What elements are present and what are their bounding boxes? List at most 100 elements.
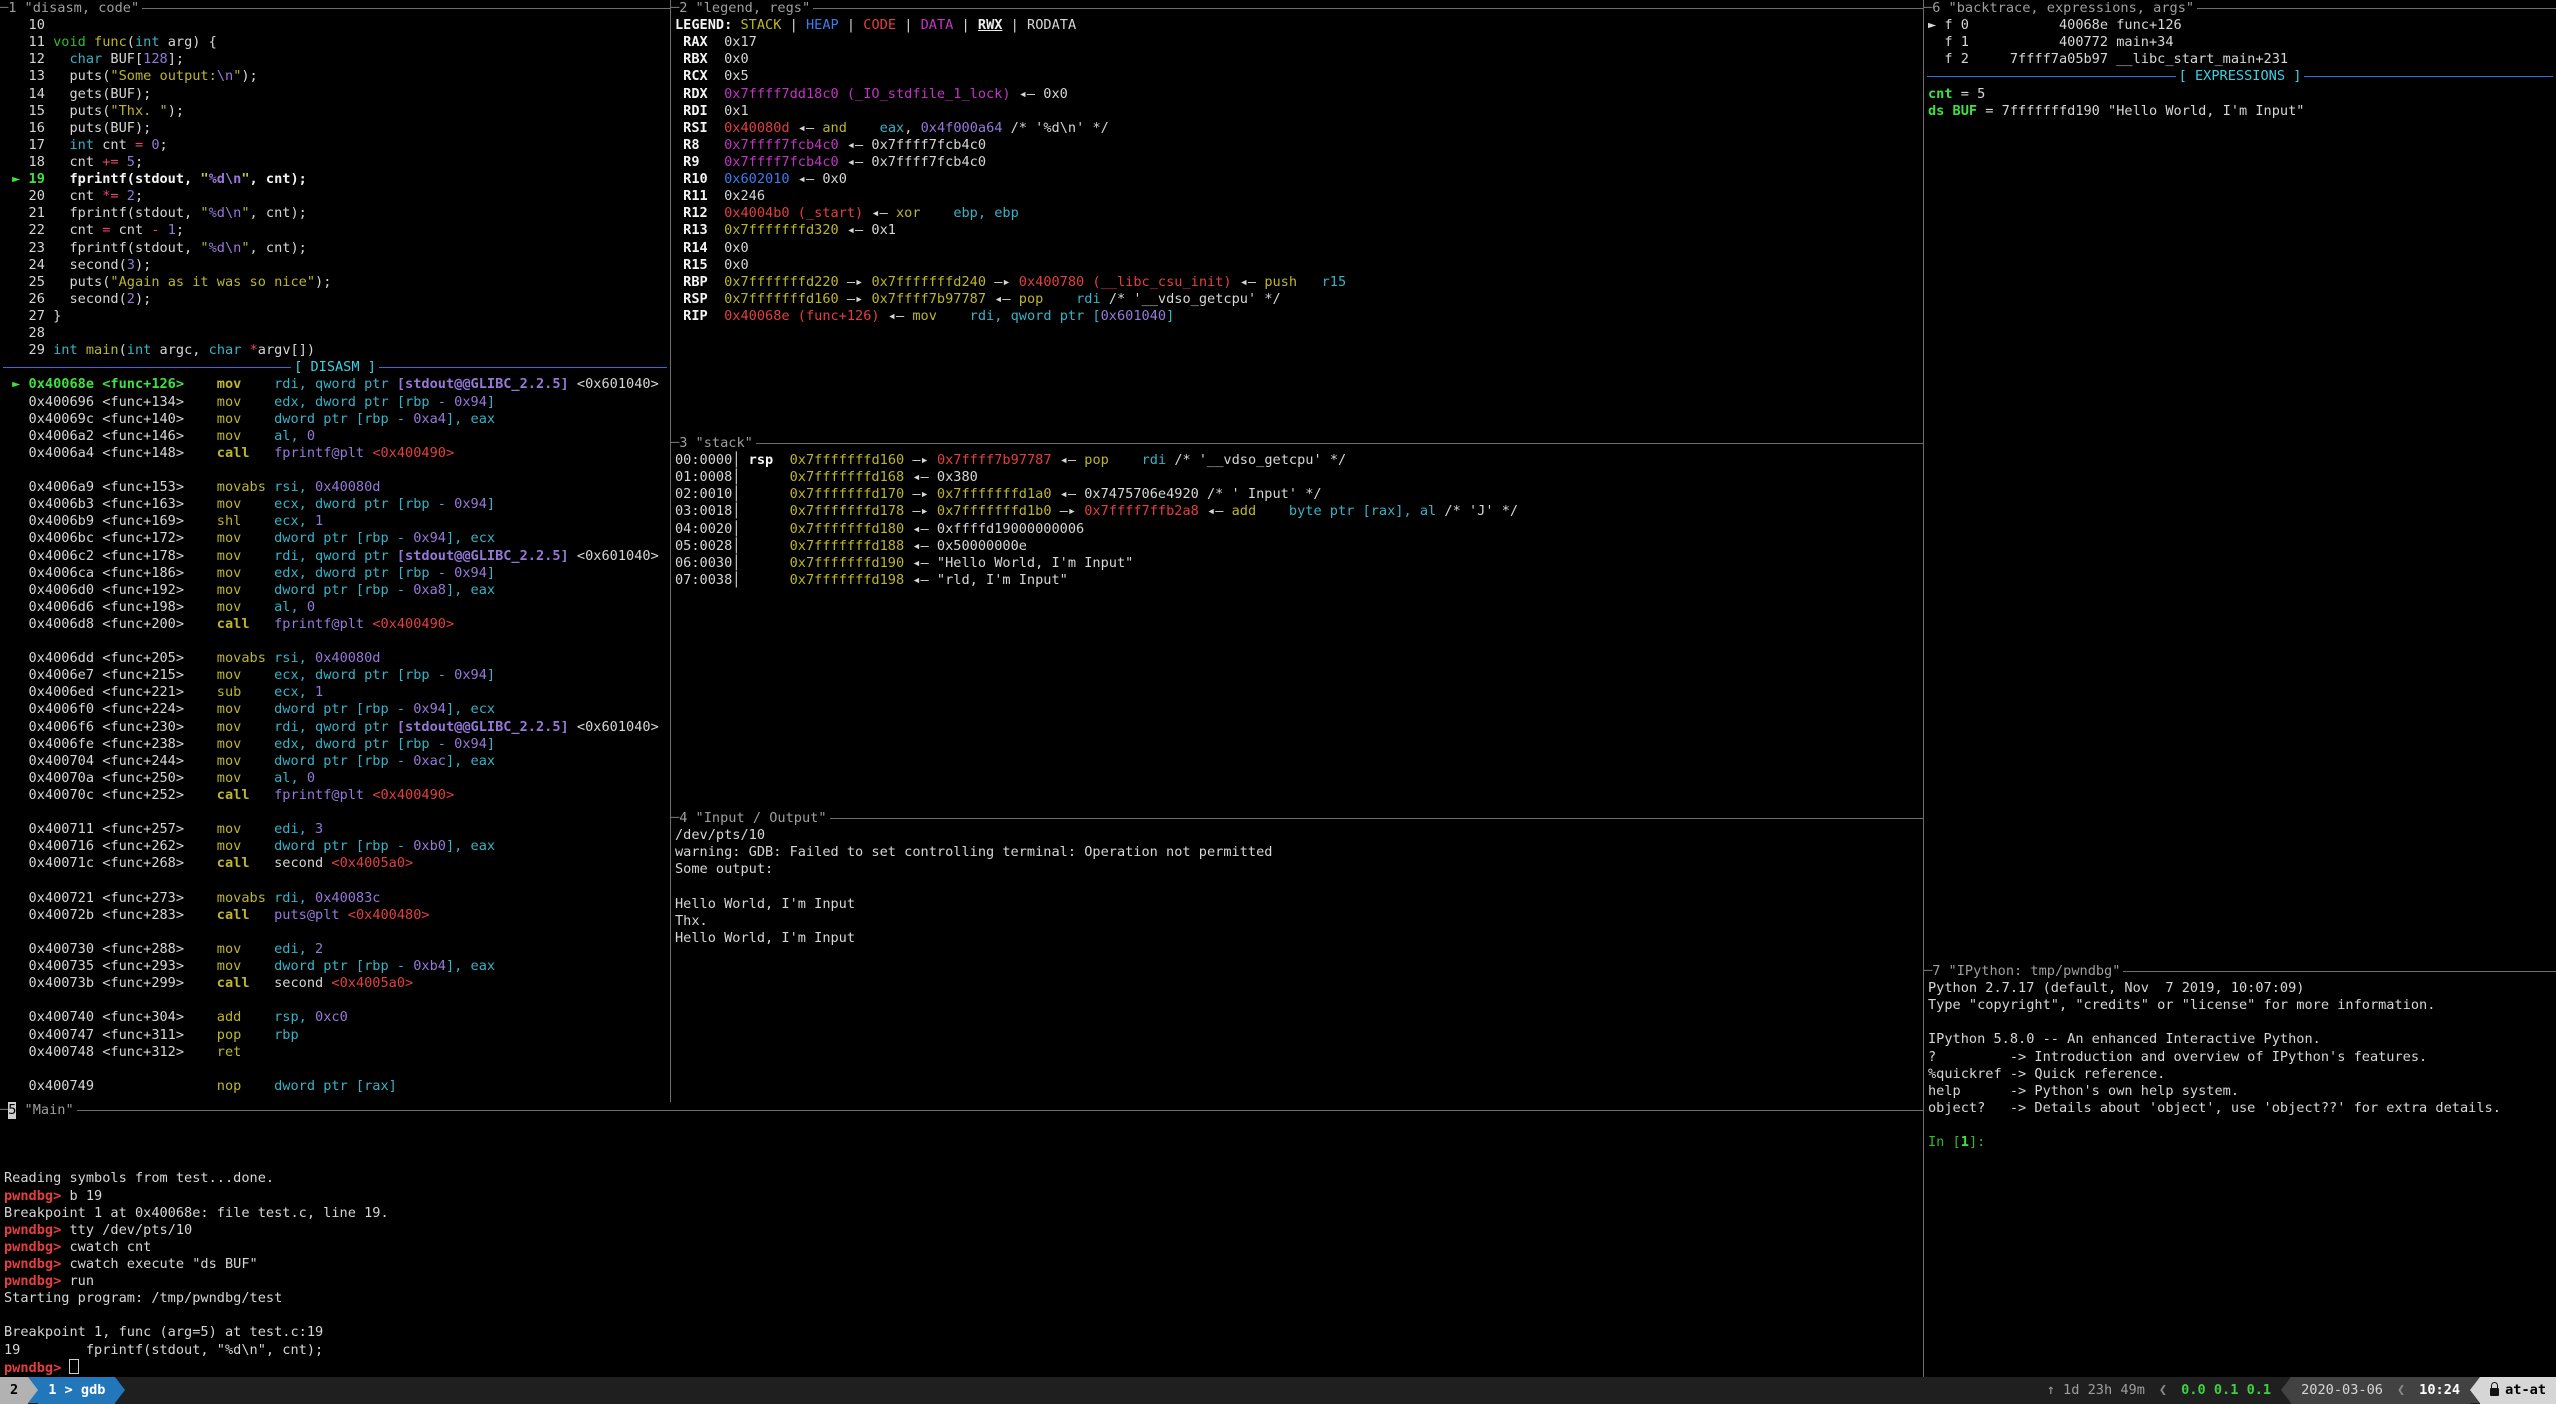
window-tab-gdb[interactable]: 1 > gdb	[38, 1377, 115, 1404]
pane-title-ipython: 7 "IPython: tmp/pwndbg"	[1924, 963, 2556, 980]
pane-title-text: "legend, regs"	[687, 0, 810, 17]
pane-number-active: 5	[8, 1102, 16, 1119]
powerline-separator	[28, 1377, 38, 1403]
terminal-line: ds BUF = 7fffffffd190 "Hello World, I'm …	[1928, 103, 2556, 120]
pane-border-horizontal	[756, 443, 1923, 444]
terminal-line: 0x4006f6 <func+230> mov rdi, qword ptr […	[4, 719, 670, 736]
pane-main-gdb[interactable]: 5 "Main" Reading symbols from test...don…	[0, 1102, 1923, 1377]
terminal-line: Hello World, I'm Input	[675, 930, 1923, 947]
terminal-line: %quickref -> Quick reference.	[1928, 1066, 2556, 1083]
pane-title-input-output: 4 "Input / Output"	[671, 810, 1923, 827]
terminal-line: 13 puts("Some output:\n");	[4, 68, 670, 85]
terminal-line: 28	[4, 325, 670, 342]
terminal-line: R15 0x0	[675, 257, 1923, 274]
pane-number: 7	[1932, 963, 1940, 980]
powerline-separator	[115, 1377, 125, 1403]
pane-input-output[interactable]: 4 "Input / Output" /dev/pts/10warning: G…	[671, 810, 1923, 1102]
pane-backtrace-expressions[interactable]: 6 "backtrace, expressions, args" ► f 0 4…	[1924, 0, 2556, 963]
terminal-line	[4, 924, 670, 941]
stack-listing: 00:0000│ rsp 0x7fffffffd160 —▸ 0x7ffff7b…	[671, 452, 1923, 589]
terminal-line: 14 gets(BUF);	[4, 86, 670, 103]
terminal-line: 0x4006c2 <func+178> mov rdi, qword ptr […	[4, 548, 670, 565]
pane-border-vertical-left[interactable]	[670, 0, 671, 1102]
terminal-line: 0x4006d8 <func+200> call fprintf@plt <0x…	[4, 616, 670, 633]
gdb-console[interactable]: Reading symbols from test...done.pwndbg>…	[0, 1119, 1923, 1376]
disassembly-listing: ► 0x40068e <func+126> mov rdi, qword ptr…	[0, 376, 670, 1095]
pane-border-vertical-right[interactable]	[1923, 0, 1924, 1377]
terminal-line: 11 void func(int arg) {	[4, 34, 670, 51]
terminal-line: R14 0x0	[675, 240, 1923, 257]
backtrace-frames: ► f 0 40068e func+126 f 1 400772 main+34…	[1924, 17, 2556, 68]
terminal-line	[4, 462, 670, 479]
terminal-line: 0x4006e7 <func+215> mov ecx, dword ptr […	[4, 667, 670, 684]
program-output: /dev/pts/10warning: GDB: Failed to set c…	[671, 827, 1923, 947]
terminal-line: 0x4006a9 <func+153> movabs rsi, 0x40080d	[4, 479, 670, 496]
terminal-line: f 1 400772 main+34	[1928, 34, 2556, 51]
pane-number: 3	[679, 435, 687, 452]
terminal-line: help -> Python's own help system.	[1928, 1083, 2556, 1100]
terminal-line: In [1]:	[1928, 1134, 2556, 1151]
terminal-line: ► 0x40068e <func+126> mov rdi, qword ptr…	[4, 376, 670, 393]
terminal-line: 27 }	[4, 308, 670, 325]
terminal-line: 0x40073b <func+299> call second <0x4005a…	[4, 975, 670, 992]
terminal-line: 26 second(2);	[4, 291, 670, 308]
terminal-line: 16 puts(BUF);	[4, 120, 670, 137]
terminal-line: RCX 0x5	[675, 68, 1923, 85]
status-left: 2 1 > gdb	[0, 1377, 125, 1404]
pane-border-horizontal	[830, 818, 1923, 819]
pane-legend-regs[interactable]: 2 "legend, regs" LEGEND: STACK | HEAP | …	[671, 0, 1923, 435]
terminal-line: 0x400711 <func+257> mov edi, 3	[4, 821, 670, 838]
pane-border-horizontal	[77, 1110, 1923, 1111]
terminal-line: 15 puts("Thx. ");	[4, 103, 670, 120]
terminal-line: 0x400730 <func+288> mov edi, 2	[4, 941, 670, 958]
chevron-separator-icon: ❮	[2393, 1377, 2409, 1404]
terminal-line	[1928, 1117, 2556, 1134]
terminal-line: pwndbg> b 19	[4, 1188, 1923, 1205]
terminal-line: R13 0x7fffffffd320 ◂— 0x1	[675, 222, 1923, 239]
ipython-console[interactable]: Python 2.7.17 (default, Nov 7 2019, 10:0…	[1924, 980, 2556, 1151]
source-code-listing: 10 11 void func(int arg) { 12 char BUF[1…	[0, 17, 670, 359]
tmux-terminal: 1 "disasm, code" 10 11 void func(int arg…	[0, 0, 2556, 1404]
terminal-line	[1928, 1014, 2556, 1031]
terminal-line	[4, 1119, 1923, 1136]
terminal-line: 07:0038│ 0x7fffffffd198 ◂— "rld, I'm Inp…	[675, 572, 1923, 589]
terminal-line: 0x4006d6 <func+198> mov al, 0	[4, 599, 670, 616]
pane-ipython[interactable]: 7 "IPython: tmp/pwndbg" Python 2.7.17 (d…	[1924, 963, 2556, 1377]
terminal-line: ? -> Introduction and overview of IPytho…	[1928, 1049, 2556, 1066]
terminal-line: 05:0028│ 0x7fffffffd188 ◂— 0x50000000e	[675, 538, 1923, 555]
terminal-line: 01:0008│ 0x7fffffffd168 ◂— 0x380	[675, 469, 1923, 486]
terminal-line: 0x4006b9 <func+169> shl ecx, 1	[4, 513, 670, 530]
terminal-line: 0x40069c <func+140> mov dword ptr [rbp -…	[4, 411, 670, 428]
pane-number: 1	[8, 0, 16, 17]
terminal-line: 0x40072b <func+283> call puts@plt <0x400…	[4, 907, 670, 924]
powerline-separator	[2281, 1377, 2291, 1403]
session-badge[interactable]: 2	[0, 1377, 28, 1404]
tmux-status-bar: 2 1 > gdb ↑ 1d 23h 49m ❮ 0.0 0.1 0.1 202…	[0, 1377, 2556, 1404]
terminal-line: 0x4006fe <func+238> mov edx, dword ptr […	[4, 736, 670, 753]
terminal-line: f 2 7ffff7a05b97 __libc_start_main+231	[1928, 51, 2556, 68]
terminal-line: Starting program: /tmp/pwndbg/test	[4, 1290, 1923, 1307]
divider-line	[1927, 76, 2176, 77]
disasm-section-label: [ DISASM ]	[294, 359, 376, 376]
status-date: 2020-03-06	[2291, 1377, 2393, 1404]
terminal-line: ► f 0 40068e func+126	[1928, 17, 2556, 34]
pane-stack[interactable]: 3 "stack" 00:0000│ rsp 0x7fffffffd160 —▸…	[671, 435, 1923, 810]
terminal-line: 04:0020│ 0x7fffffffd180 ◂— 0xffffd190000…	[675, 521, 1923, 538]
terminal-line: 03:0018│ 0x7fffffffd178 —▸ 0x7fffffffd1b…	[675, 503, 1923, 520]
terminal-line: 0x400704 <func+244> mov dword ptr [rbp -…	[4, 753, 670, 770]
pane-title-backtrace: 6 "backtrace, expressions, args"	[1924, 0, 2556, 17]
lock-icon	[2490, 1388, 2499, 1396]
pane-disasm-code[interactable]: 1 "disasm, code" 10 11 void func(int arg…	[0, 0, 670, 1102]
chevron-separator-icon: ❮	[2155, 1377, 2171, 1404]
terminal-line: R8 0x7ffff7fcb4c0 ◂— 0x7ffff7fcb4c0	[675, 137, 1923, 154]
terminal-line: 0x4006a4 <func+148> call fprintf@plt <0x…	[4, 445, 670, 462]
status-time: 10:24	[2409, 1377, 2470, 1404]
terminal-line: warning: GDB: Failed to set controlling …	[675, 844, 1923, 861]
terminal-line: R10 0x602010 ◂— 0x0	[675, 171, 1923, 188]
terminal-line: RDX 0x7ffff7dd18c0 (_IO_stdfile_1_lock) …	[675, 86, 1923, 103]
terminal-line: 23 fprintf(stdout, "%d\n", cnt);	[4, 240, 670, 257]
pane-number: 2	[679, 0, 687, 17]
terminal-line	[675, 878, 1923, 895]
terminal-line: R11 0x246	[675, 188, 1923, 205]
pane-title-text: "disasm, code"	[16, 0, 139, 17]
